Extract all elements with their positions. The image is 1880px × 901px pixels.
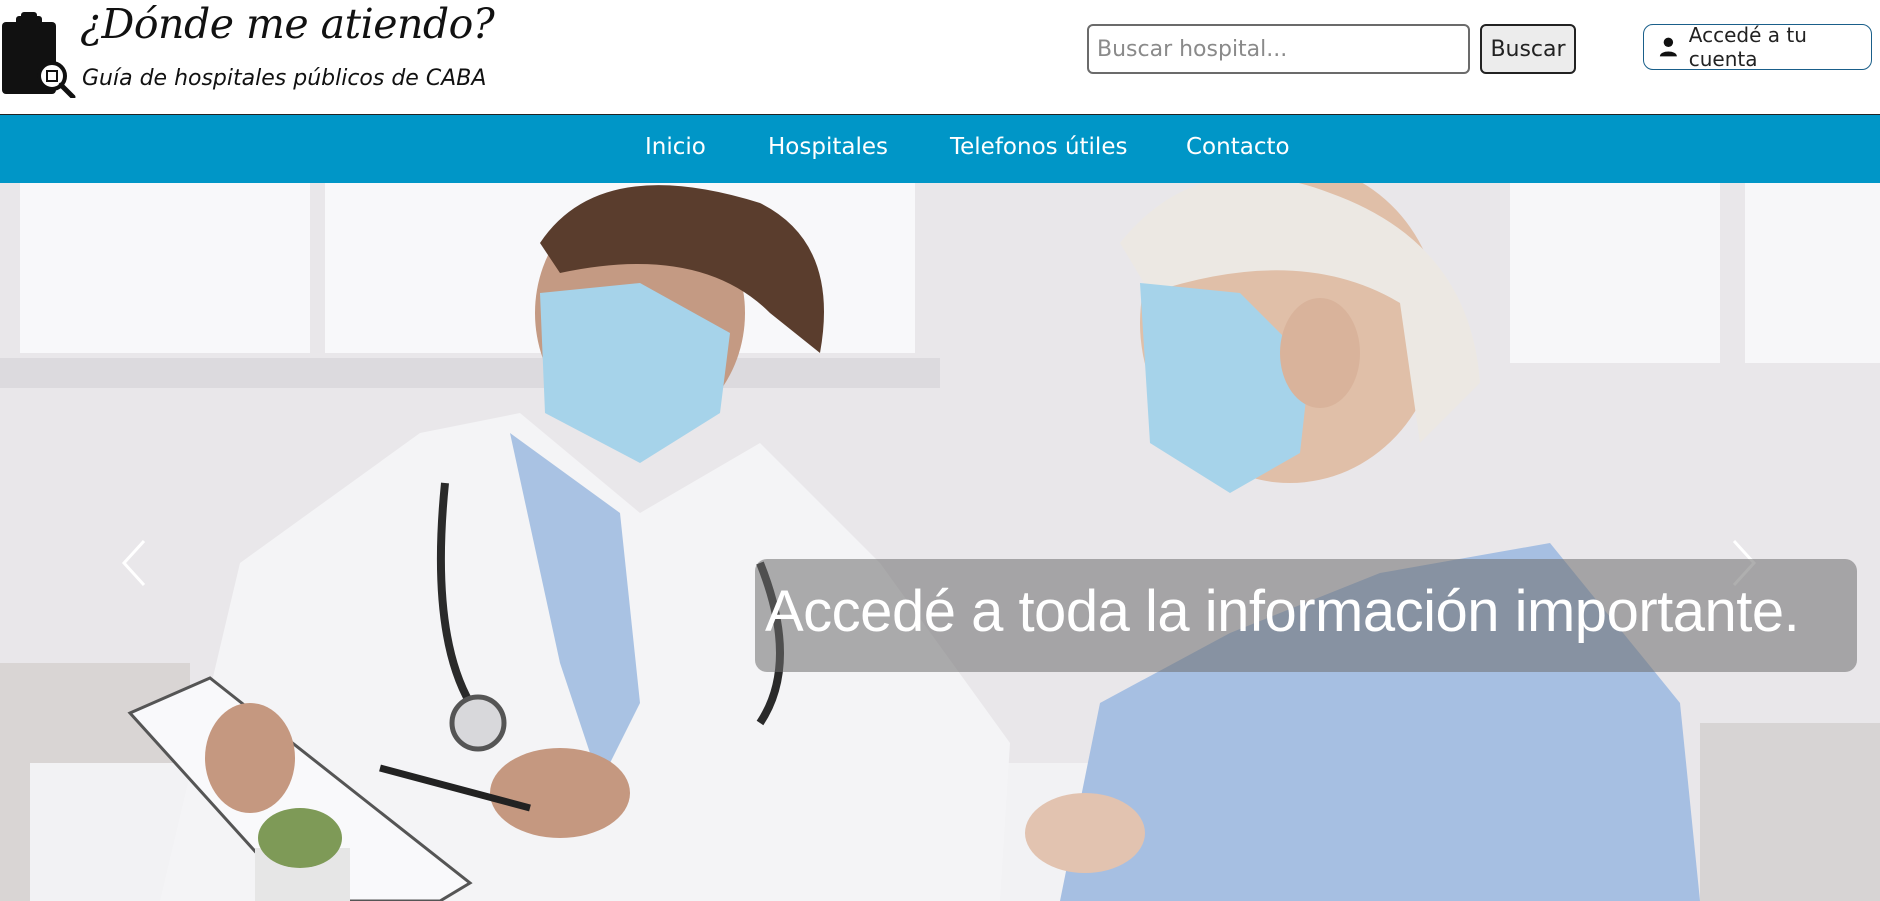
site-subtitle: Guía de hospitales públicos de CABA [82, 66, 487, 91]
account-button-label: Accedé a tu cuenta [1688, 23, 1807, 71]
hero-caption: Accedé a toda la información importante. [765, 579, 1800, 644]
search-button[interactable]: Buscar [1480, 24, 1576, 74]
doctor-and-patient-photo [0, 183, 1880, 901]
nav-item-telefonos[interactable]: Telefonos útiles [950, 134, 1127, 160]
main-nav: Inicio Hospitales Telefonos útiles Conta… [0, 115, 1880, 183]
site-title[interactable]: ¿Dónde me atiendo? [80, 0, 495, 48]
account-button[interactable]: Accedé a tu cuenta [1643, 23, 1872, 71]
chevron-left-icon[interactable] [114, 533, 154, 593]
clipboard-magnifier-icon[interactable] [0, 12, 76, 98]
nav-item-inicio[interactable]: Inicio [645, 134, 706, 160]
user-icon [1659, 37, 1677, 57]
site-header: ¿Dónde me atiendo? Guía de hospitales pú… [0, 0, 1880, 115]
hero-carousel: Accedé a toda la información importante. [0, 183, 1880, 901]
nav-item-contacto[interactable]: Contacto [1186, 134, 1290, 160]
nav-item-hospitales[interactable]: Hospitales [768, 134, 888, 160]
search-input[interactable] [1087, 24, 1470, 74]
